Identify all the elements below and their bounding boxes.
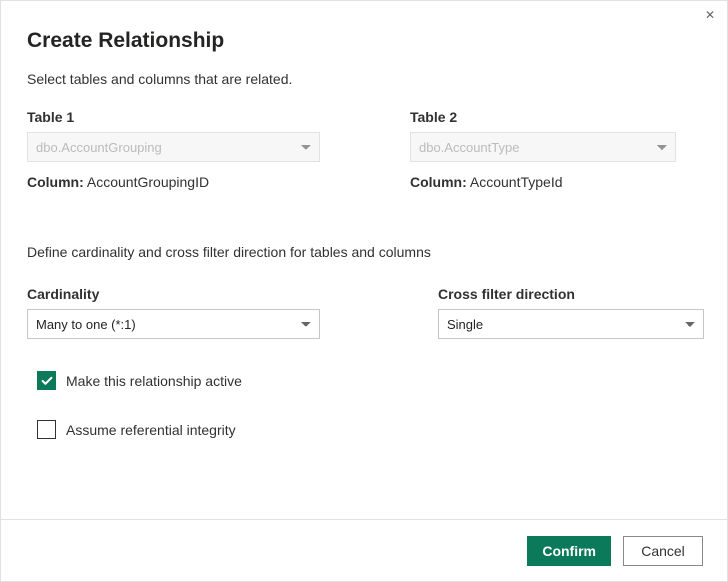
checkmark-icon xyxy=(40,374,54,388)
cardinality-group: Cardinality Many to one (*:1) xyxy=(27,286,320,339)
dialog-subtitle: Select tables and columns that are relat… xyxy=(27,71,701,87)
table1-column-line: Column: AccountGroupingID xyxy=(27,174,320,190)
make-active-row: Make this relationship active xyxy=(37,371,701,390)
create-relationship-dialog: ✕ Create Relationship Select tables and … xyxy=(0,0,728,582)
cancel-button[interactable]: Cancel xyxy=(623,536,703,566)
table1-column-label: Column: xyxy=(27,174,84,190)
cardinality-row: Cardinality Many to one (*:1) Cross filt… xyxy=(27,286,701,339)
dialog-title: Create Relationship xyxy=(27,29,701,53)
crossfilter-select[interactable]: Single xyxy=(438,309,704,339)
referential-integrity-checkbox[interactable] xyxy=(37,420,56,439)
make-active-label: Make this relationship active xyxy=(66,373,242,389)
table2-column-line: Column: AccountTypeId xyxy=(410,174,676,190)
table1-group: Table 1 dbo.AccountGrouping Column: Acco… xyxy=(27,109,320,190)
table2-select[interactable]: dbo.AccountType xyxy=(410,132,676,162)
dialog-footer: Confirm Cancel xyxy=(1,519,727,581)
table2-column-label: Column: xyxy=(410,174,467,190)
make-active-checkbox[interactable] xyxy=(37,371,56,390)
dialog-content: Create Relationship Select tables and co… xyxy=(1,1,727,439)
cardinality-select[interactable]: Many to one (*:1) xyxy=(27,309,320,339)
table1-label: Table 1 xyxy=(27,109,320,125)
table2-column-value: AccountTypeId xyxy=(470,174,563,190)
crossfilter-group: Cross filter direction Single xyxy=(438,286,704,339)
confirm-button[interactable]: Confirm xyxy=(527,536,611,566)
table1-column-value: AccountGroupingID xyxy=(87,174,209,190)
table2-label: Table 2 xyxy=(410,109,676,125)
referential-integrity-label: Assume referential integrity xyxy=(66,422,236,438)
section2-heading: Define cardinality and cross filter dire… xyxy=(27,244,701,260)
referential-integrity-row: Assume referential integrity xyxy=(37,420,701,439)
tables-row: Table 1 dbo.AccountGrouping Column: Acco… xyxy=(27,109,701,190)
crossfilter-label: Cross filter direction xyxy=(438,286,704,302)
table2-group: Table 2 dbo.AccountType Column: AccountT… xyxy=(410,109,676,190)
close-icon[interactable]: ✕ xyxy=(705,9,715,21)
table1-select[interactable]: dbo.AccountGrouping xyxy=(27,132,320,162)
cardinality-label: Cardinality xyxy=(27,286,320,302)
cardinality-section: Define cardinality and cross filter dire… xyxy=(27,244,701,439)
